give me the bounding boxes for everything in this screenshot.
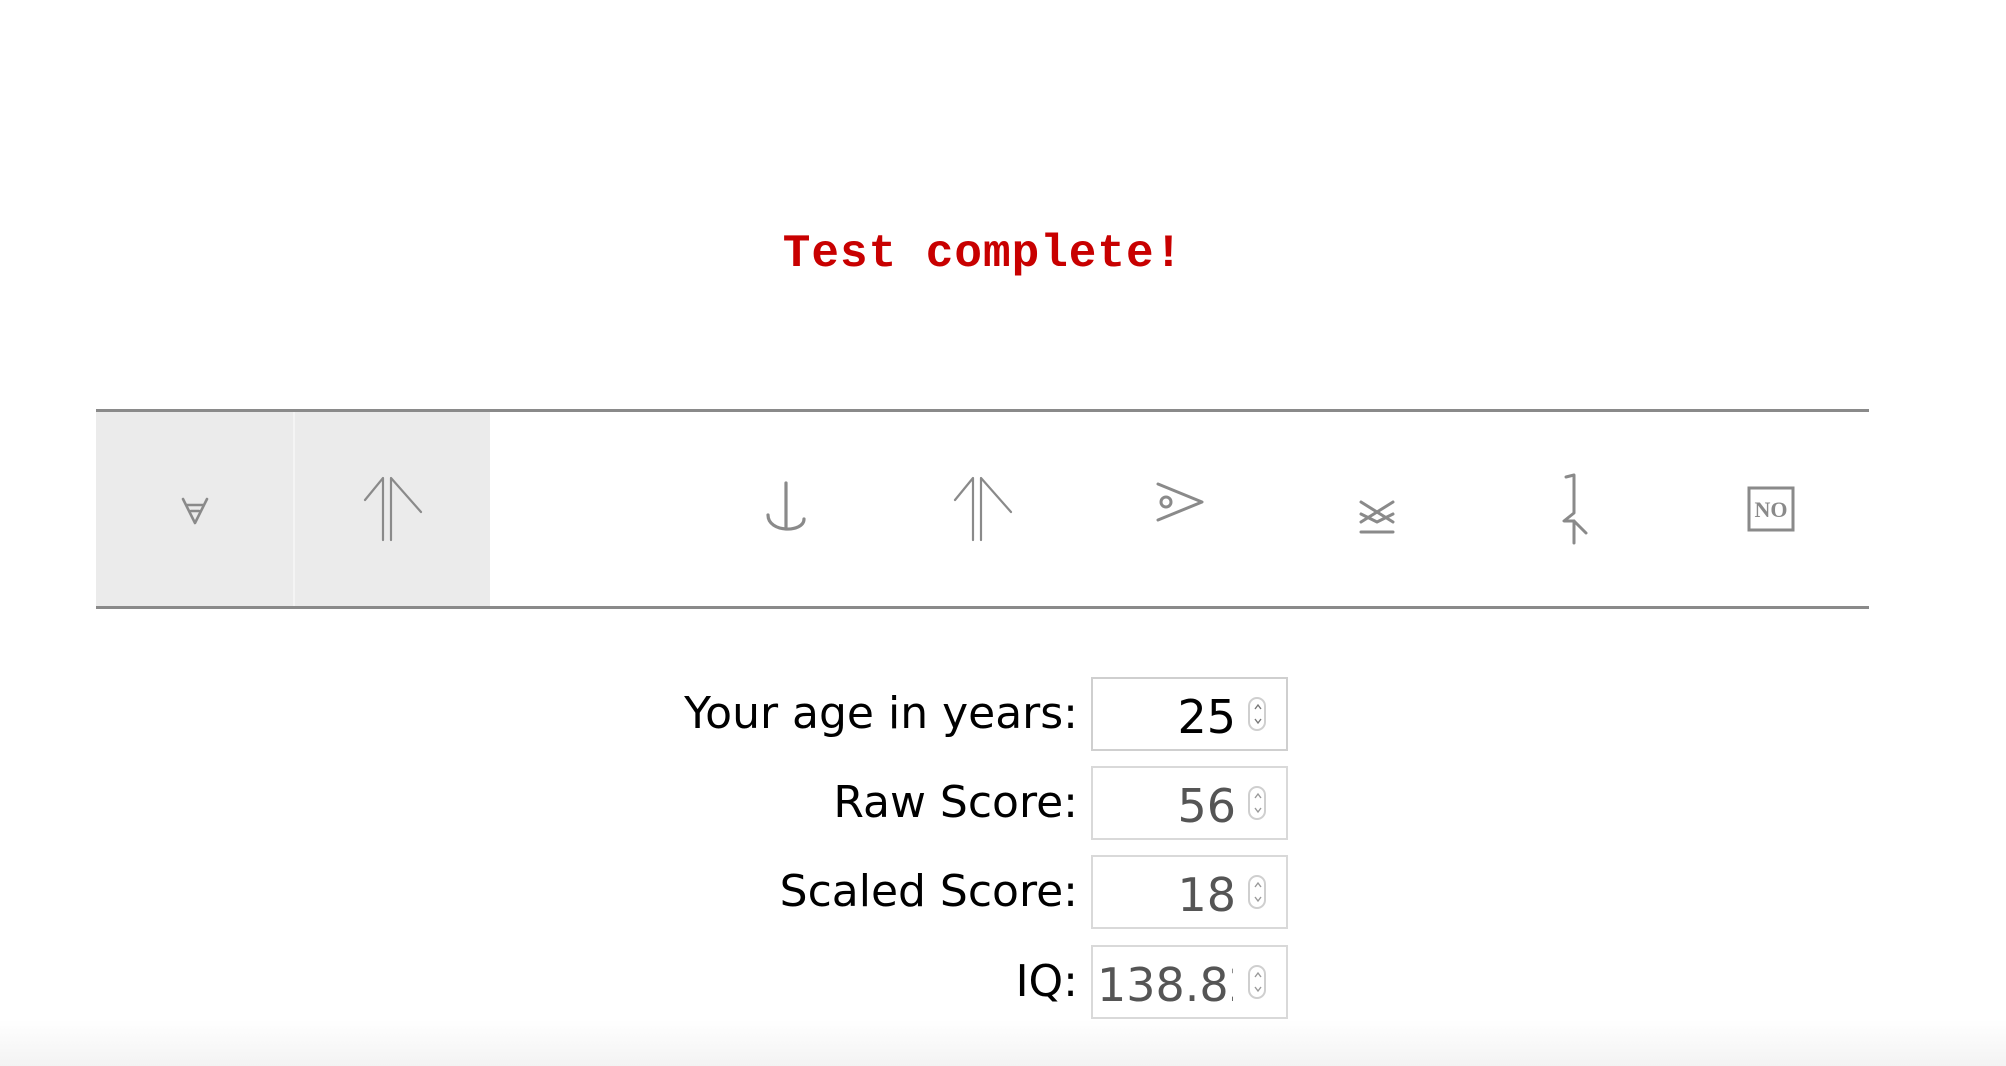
scaled-score-row: Scaled Score: xyxy=(0,855,1078,929)
iq-field[interactable]: 138.82 xyxy=(1091,945,1288,1019)
symbol-cell-5[interactable] xyxy=(884,412,1081,606)
age-value: 25 xyxy=(1177,690,1236,744)
scaled-score-field[interactable]: 18 xyxy=(1091,855,1288,929)
age-input[interactable]: 25 xyxy=(1091,677,1288,751)
double-arrow-up-icon xyxy=(953,476,1012,542)
chevron-up-icon[interactable] xyxy=(1253,879,1263,891)
symbol-cell-1[interactable] xyxy=(96,412,293,606)
no-box-label: NO xyxy=(1754,497,1787,522)
status-message: Test complete! xyxy=(782,228,1184,280)
inverted-a-icon xyxy=(181,497,208,525)
iq-value: 138.82 xyxy=(1097,958,1233,1012)
symbol-cell-6[interactable] xyxy=(1081,412,1278,606)
crossed-chevrons-icon xyxy=(1359,500,1394,534)
symbol-cell-3[interactable] xyxy=(490,412,687,606)
symbol-cell-4[interactable] xyxy=(687,412,884,606)
raw-score-label: Raw Score: xyxy=(833,777,1078,828)
symbol-cell-7[interactable] xyxy=(1278,412,1475,606)
double-arrow-up-icon xyxy=(363,476,422,542)
raw-score-value: 56 xyxy=(1177,779,1236,833)
symbol-strip: NO xyxy=(96,409,1869,609)
chevron-down-icon[interactable] xyxy=(1253,983,1263,995)
no-box-icon: NO xyxy=(1747,486,1794,532)
scaled-score-value: 18 xyxy=(1177,868,1236,922)
chevron-up-icon[interactable] xyxy=(1253,790,1263,802)
chevron-up-icon[interactable] xyxy=(1253,701,1263,713)
symbol-cell-8[interactable] xyxy=(1475,412,1672,606)
iq-row: IQ: xyxy=(0,945,1078,1019)
chevron-down-icon[interactable] xyxy=(1253,804,1263,816)
age-label: Your age in years: xyxy=(684,688,1078,739)
iq-stepper[interactable] xyxy=(1248,965,1266,999)
symbol-cell-9[interactable]: NO xyxy=(1672,412,1869,606)
age-row: Your age in years: xyxy=(0,677,1078,751)
page: Test complete! NO Your age in years: 25 … xyxy=(0,0,2006,1066)
iq-label: IQ: xyxy=(1015,956,1078,1007)
raw-score-field[interactable]: 56 xyxy=(1091,766,1288,840)
raw-score-stepper[interactable] xyxy=(1248,786,1266,820)
hook-icon xyxy=(765,481,806,531)
chevron-down-icon[interactable] xyxy=(1253,715,1263,727)
chevron-down-icon[interactable] xyxy=(1253,893,1263,905)
scaled-score-label: Scaled Score: xyxy=(779,866,1078,917)
age-stepper[interactable] xyxy=(1248,697,1266,731)
window-bottom-edge xyxy=(0,1020,2006,1066)
raw-score-row: Raw Score: xyxy=(0,766,1078,840)
zigzag-line-icon xyxy=(1562,473,1587,545)
circle-arrowhead-icon xyxy=(1156,482,1203,522)
symbol-cell-2[interactable] xyxy=(293,412,490,606)
chevron-up-icon[interactable] xyxy=(1253,969,1263,981)
scaled-score-stepper[interactable] xyxy=(1248,875,1266,909)
